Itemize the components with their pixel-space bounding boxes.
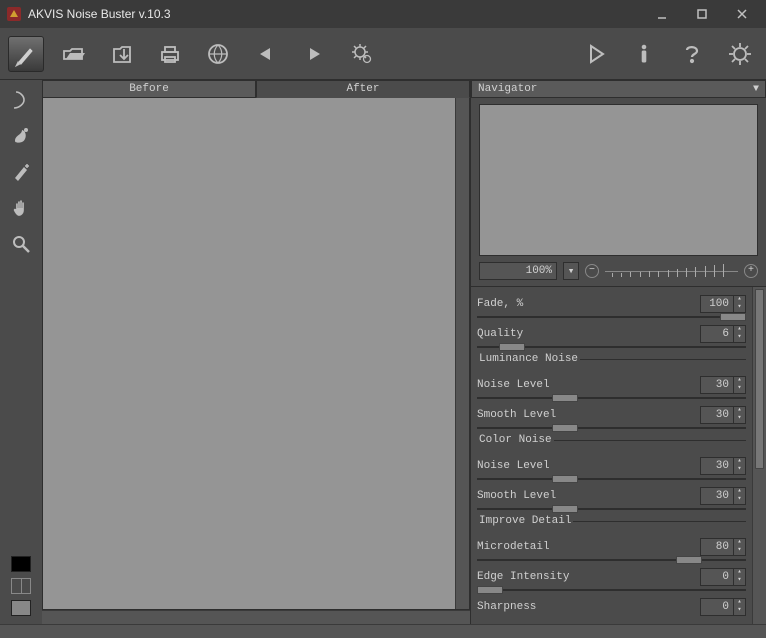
microdetail-slider[interactable] [477,556,746,564]
lum-smooth-label: Smooth Level [477,409,700,421]
col-smooth-value[interactable]: 30 [700,487,734,505]
sharp-spinner[interactable]: 0 ▴▾ [700,598,746,616]
luminance-group-title: Luminance Noise [477,359,746,372]
col-noise-label: Noise Level [477,460,700,472]
microdetail-spinner[interactable]: 80 ▴▾ [700,538,746,556]
col-smooth-label: Smooth Level [477,490,700,502]
fade-spinner[interactable]: 100 ▴▾ [700,295,746,313]
edge-label: Edge Intensity [477,571,700,583]
history-brush-tool[interactable] [7,158,35,186]
maximize-button[interactable] [682,2,722,26]
titlebar: AKVIS Noise Buster v.10.3 [0,0,766,28]
tab-after[interactable]: After [256,80,470,98]
microdetail-label: Microdetail [477,541,700,553]
edge-value[interactable]: 0 [700,568,734,586]
run-button[interactable] [578,36,614,72]
fade-label: Fade, % [477,298,700,310]
microdetail-value[interactable]: 80 [700,538,734,556]
lum-noise-slider[interactable] [477,394,746,402]
col-noise-spinner[interactable]: 30 ▴▾ [700,457,746,475]
zoom-value[interactable]: 100% [479,262,557,280]
zoom-in-button[interactable]: + [744,264,758,278]
undo-button[interactable] [248,36,284,72]
col-smooth-slider[interactable] [477,505,746,513]
color-swatch-foreground[interactable] [11,556,31,572]
color-group-title: Color Noise [477,440,746,453]
quality-label: Quality [477,328,700,340]
canvas-horizontal-scrollbar[interactable] [42,610,470,624]
navigator-preview[interactable] [479,104,758,256]
sharp-label: Sharpness [477,601,700,613]
batch-button[interactable] [344,36,380,72]
quality-spinner[interactable]: 6 ▴▾ [700,325,746,343]
preview-area-tool[interactable] [7,86,35,114]
color-swatch-background[interactable] [11,600,31,616]
params-scrollbar[interactable] [752,287,766,624]
tab-before[interactable]: Before [42,80,256,98]
close-button[interactable] [722,2,762,26]
app-icon [6,6,22,22]
edge-slider[interactable] [477,586,746,594]
smudge-tool[interactable] [7,122,35,150]
fade-down[interactable]: ▾ [734,304,745,312]
lum-smooth-slider[interactable] [477,424,746,432]
preview-canvas[interactable] [42,98,470,610]
preferences-button[interactable] [722,36,758,72]
zoom-tool[interactable] [7,230,35,258]
improve-group-title: Improve Detail [477,521,746,534]
vertical-toolstrip [0,80,42,624]
info-button[interactable] [626,36,662,72]
main-toolbar [0,28,766,80]
navigator-title: Navigator [478,83,537,95]
save-button[interactable] [104,36,140,72]
hand-tool[interactable] [7,194,35,222]
minimize-button[interactable] [642,2,682,26]
canvas-vertical-scrollbar[interactable] [455,98,469,609]
app-title: AKVIS Noise Buster v.10.3 [28,7,642,21]
status-bar [0,624,766,638]
print-button[interactable] [152,36,188,72]
zoom-out-button[interactable]: − [585,264,599,278]
navigator-header: Navigator ▼ [471,80,766,98]
quality-value[interactable]: 6 [700,325,734,343]
lum-smooth-spinner[interactable]: 30 ▴▾ [700,406,746,424]
lum-noise-spinner[interactable]: 30 ▴▾ [700,376,746,394]
parameters-panel: Fade, % 100 ▴▾ Quality 6 ▴▾ Luminance No… [471,286,766,624]
compare-toggle[interactable] [11,578,31,594]
col-noise-slider[interactable] [477,475,746,483]
lum-smooth-value[interactable]: 30 [700,406,734,424]
lum-noise-value[interactable]: 30 [700,376,734,394]
help-button[interactable] [674,36,710,72]
lum-noise-label: Noise Level [477,379,700,391]
navigator-collapse-icon[interactable]: ▼ [753,84,759,95]
fade-slider[interactable] [477,313,746,321]
quality-down[interactable]: ▾ [734,334,745,342]
zoom-dropdown[interactable]: ▾ [563,262,579,280]
quality-slider[interactable] [477,343,746,351]
publish-button[interactable] [200,36,236,72]
redo-button[interactable] [296,36,332,72]
col-noise-value[interactable]: 30 [700,457,734,475]
fade-value[interactable]: 100 [700,295,734,313]
open-button[interactable] [56,36,92,72]
zoom-slider[interactable] [605,263,738,279]
quick-preview-button[interactable] [8,36,44,72]
edge-spinner[interactable]: 0 ▴▾ [700,568,746,586]
sharp-value[interactable]: 0 [700,598,734,616]
col-smooth-spinner[interactable]: 30 ▴▾ [700,487,746,505]
